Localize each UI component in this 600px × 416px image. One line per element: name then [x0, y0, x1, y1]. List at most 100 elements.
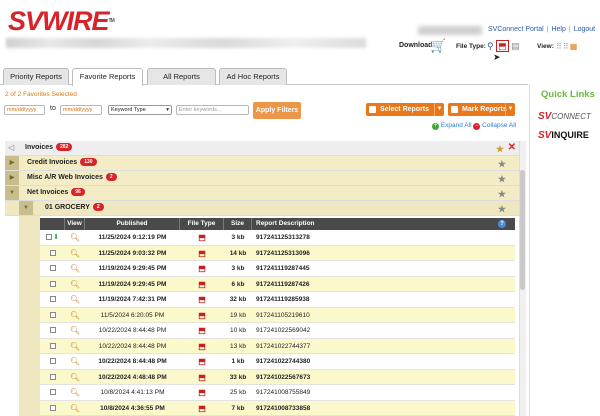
tree-root-invoices[interactable]: ◁ Invoices 282 ★ ✕ — [5, 141, 520, 156]
description-cell[interactable]: 917241119285938 — [256, 292, 456, 307]
tab-all-reports[interactable]: All Reports — [147, 68, 216, 85]
pdf-icon[interactable]: ⬒ — [180, 292, 224, 307]
star-icon[interactable]: ★ — [498, 187, 506, 201]
view-magnifier-icon[interactable]: 🔍︎ — [65, 308, 85, 323]
table-row[interactable]: 🔍︎ 10/8/2024 4:41:13 PM ⬒ 25 kb 917241008755… — [40, 385, 515, 401]
logout-link[interactable]: Logout — [574, 26, 595, 33]
mark-reports-button[interactable]: Mark Reports ▼ — [448, 103, 515, 116]
pdf-icon[interactable]: ⬒ — [180, 261, 224, 276]
tree-item-net-invoices[interactable]: ▼ Net Invoices 96 ★ — [5, 186, 520, 201]
description-cell[interactable]: 917241119287426 — [256, 277, 456, 292]
description-cell[interactable]: 917241022567673 — [256, 370, 456, 385]
description-cell[interactable]: 917241022744380 — [256, 354, 456, 369]
published-column-header[interactable]: Published — [85, 218, 180, 230]
help-link[interactable]: Help — [551, 26, 565, 33]
tree-item-credit-invoices[interactable]: ▶ Credit Invoices 130 ★ — [5, 156, 520, 171]
close-icon[interactable]: ✕ — [508, 141, 516, 155]
star-icon[interactable]: ★ — [498, 172, 506, 186]
date-to-input[interactable]: mm/dd/yyyy — [60, 105, 102, 115]
pdf-icon[interactable]: ⬒ — [180, 323, 224, 338]
row-checkbox[interactable] — [46, 234, 53, 241]
star-icon[interactable]: ★ — [498, 157, 506, 171]
pdf-icon[interactable]: ⬒ — [180, 370, 224, 385]
calendar-view-icon[interactable]: ▦ — [570, 42, 579, 51]
pdf-icon[interactable]: ⬒ — [180, 339, 224, 354]
description-cell[interactable]: 917241125313096 — [256, 246, 456, 261]
document-filetype-icon[interactable]: ▤ — [511, 41, 520, 51]
table-row[interactable]: 🔍︎ 10/22/2024 8:44:48 PM ⬒ 1 kb 917241022744… — [40, 354, 515, 370]
tab-favorite-reports[interactable]: Favorite Reports — [72, 68, 143, 86]
view-magnifier-icon[interactable]: 🔍︎ — [65, 323, 85, 338]
pdf-icon[interactable]: ⬒ — [180, 354, 224, 369]
list-view-icon[interactable]: ⠿ — [563, 42, 570, 51]
row-checkbox[interactable] — [49, 296, 56, 303]
view-magnifier-icon[interactable]: 🔍︎ — [65, 261, 85, 276]
view-magnifier-icon[interactable]: 🔍︎ — [65, 292, 85, 307]
table-row[interactable]: 🔍︎ 10/22/2024 8:44:48 PM ⬒ 13 kb 91724102274… — [40, 338, 515, 354]
description-cell[interactable]: 917241125313278 — [256, 230, 456, 245]
description-cell[interactable]: 917241022744377 — [256, 339, 456, 354]
description-cell[interactable]: 917241008733858 — [256, 401, 456, 416]
view-magnifier-icon[interactable]: 🔍︎ — [65, 230, 85, 245]
apply-filters-button[interactable]: Apply Filters — [253, 102, 301, 119]
description-cell[interactable]: 917241022569042 — [256, 323, 456, 338]
view-magnifier-icon[interactable]: 🔍︎ — [65, 277, 85, 292]
table-row[interactable]: ⬇ 🔍︎ 11/25/2024 9:12:19 PM ⬒ 3 kb 91724112531… — [40, 230, 515, 246]
size-column-header[interactable]: Size — [224, 218, 252, 230]
collapse-caret-icon[interactable]: ◁ — [8, 141, 14, 155]
help-icon[interactable]: ? — [498, 220, 506, 228]
row-checkbox[interactable] — [49, 358, 56, 365]
download-cart-icon[interactable]: 🛒 — [430, 39, 446, 52]
row-checkbox[interactable] — [49, 280, 56, 287]
row-checkbox[interactable] — [49, 373, 56, 380]
description-cell[interactable]: 917241105219610 — [256, 308, 456, 323]
row-checkbox[interactable] — [49, 265, 56, 272]
view-magnifier-icon[interactable]: 🔍︎ — [65, 401, 85, 416]
tab-priority-reports[interactable]: Priority Reports — [3, 68, 69, 85]
expand-arrow-icon[interactable]: ▶ — [5, 171, 19, 185]
table-row[interactable]: 🔍︎ 11/19/2024 9:29:45 PM ⬒ 6 kb 917241119287… — [40, 276, 515, 292]
table-row[interactable]: 🔍︎ 11/5/2024 6:20:05 PM ⬒ 19 kb 917241105219… — [40, 307, 515, 323]
svconnect-link[interactable]: SVCONNECT — [538, 111, 591, 122]
table-row[interactable]: 🔍︎ 11/19/2024 7:42:31 PM ⬒ 32 kb 91724111928… — [40, 292, 515, 308]
keyword-type-select[interactable]: Keyword Type ▾ — [108, 105, 172, 115]
date-from-input[interactable]: mm/dd/yyyy — [4, 105, 45, 115]
view-magnifier-icon[interactable]: 🔍︎ — [65, 354, 85, 369]
table-row[interactable]: 🔍︎ 11/25/2024 9:03:32 PM ⬒ 14 kb 91724112531… — [40, 245, 515, 261]
table-row[interactable]: 🔍︎ 10/22/2024 8:44:48 PM ⬒ 10 kb 91724102256… — [40, 323, 515, 339]
description-cell[interactable]: 917241119287445 — [256, 261, 456, 276]
expand-all-link[interactable]: Expand All — [441, 122, 472, 129]
view-magnifier-icon[interactable]: 🔍︎ — [65, 385, 85, 400]
grid-view-icon[interactable]: ⠿ — [556, 42, 563, 51]
star-icon[interactable]: ★ — [498, 202, 506, 216]
tree-item-misc-ar-web-invoices[interactable]: ▶ Misc A/R Web Invoices 2 ★ — [5, 171, 520, 186]
satellite-icon[interactable]: ⚲ — [487, 41, 494, 51]
row-checkbox[interactable] — [49, 404, 56, 411]
svinquire-link[interactable]: SVINQUIRE — [538, 130, 589, 141]
table-row[interactable]: 🔍︎ 10/8/2024 4:36:55 PM ⬒ 7 kb 9172410087338… — [40, 400, 515, 416]
row-checkbox[interactable] — [49, 311, 56, 318]
table-row[interactable]: 🔍︎ 11/19/2024 9:29:45 PM ⬒ 3 kb 917241119287… — [40, 261, 515, 277]
expand-arrow-icon[interactable]: ▶ — [5, 156, 19, 170]
view-magnifier-icon[interactable]: 🔍︎ — [65, 339, 85, 354]
collapse-all-link[interactable]: Collapse All — [482, 122, 516, 129]
pdf-icon[interactable]: ⬒ — [180, 246, 224, 261]
description-column-header[interactable]: Report Description — [252, 218, 515, 230]
pdf-icon[interactable]: ⬒ — [180, 277, 224, 292]
star-icon[interactable]: ★ — [496, 142, 504, 156]
tab-ad-hoc-reports[interactable]: Ad Hoc Reports — [219, 68, 287, 85]
pdf-filetype-icon[interactable]: ⬒ — [496, 40, 509, 52]
row-checkbox[interactable] — [49, 389, 56, 396]
keywords-input[interactable]: Enter keywords... — [176, 105, 249, 115]
expanded-arrow-icon[interactable]: ▼ — [19, 201, 33, 215]
table-row[interactable]: 🔍︎ 10/22/2024 4:48:48 PM ⬒ 33 kb 91724102256… — [40, 369, 515, 385]
select-reports-button[interactable]: Select Reports ▼ — [366, 103, 444, 116]
view-magnifier-icon[interactable]: 🔍︎ — [65, 370, 85, 385]
view-magnifier-icon[interactable]: 🔍︎ — [65, 246, 85, 261]
pdf-icon[interactable]: ⬒ — [180, 401, 224, 416]
file-type-column-header[interactable]: File Type — [180, 218, 224, 230]
view-column-header[interactable]: View — [65, 218, 85, 230]
pdf-icon[interactable]: ⬒ — [180, 230, 224, 245]
row-checkbox[interactable] — [49, 327, 56, 334]
row-checkbox[interactable] — [49, 342, 56, 349]
